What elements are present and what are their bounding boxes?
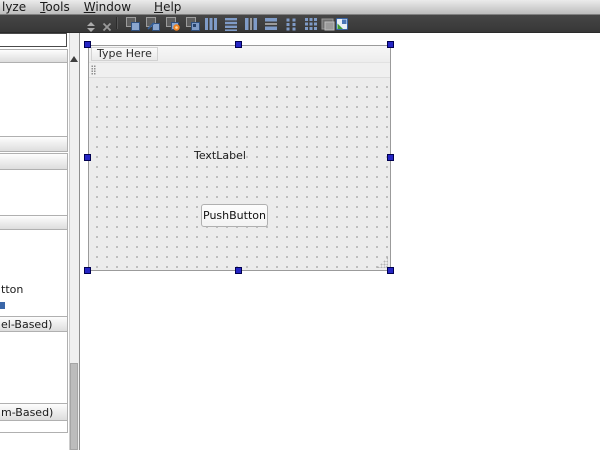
selection-handle-bottom-center[interactable] [235,267,242,274]
widget-items-area [0,332,68,403]
text-label-widget[interactable]: TextLabel [194,149,246,162]
toolbar-grip-icon[interactable] [91,65,96,75]
close-icon[interactable] [101,18,117,34]
sidebar-scrollbar-thumb[interactable] [70,363,78,450]
widget-category-header[interactable] [0,49,68,63]
form-editor-pane: Type Here TextLabel PushButton [80,33,600,450]
adjust-size-icon[interactable] [334,16,350,32]
layout-grid-icon[interactable] [303,16,319,32]
designed-form[interactable]: Type Here TextLabel PushButton [88,45,391,271]
menu-item-tools[interactable]: Tools [33,0,77,14]
selection-handle-mid-left[interactable] [84,154,91,161]
edit-tab-order-icon[interactable] [185,16,201,32]
selection-handle-bottom-left[interactable] [84,267,91,274]
form-toolbar [0,15,600,33]
widget-category-header[interactable] [0,215,68,230]
widget-category-header-model-based[interactable]: el-Based) [0,316,68,332]
widget-category-header[interactable] [0,153,68,170]
form-menu-bar: Type Here [89,46,390,63]
widget-items-area [0,421,68,433]
menu-bar: lyze Tools Window Help [0,0,600,15]
scroll-up-icon[interactable] [70,56,78,62]
menu-type-here[interactable]: Type Here [91,47,158,61]
form-toolbar-strip [89,63,390,78]
selection-handle-top-center[interactable] [235,41,242,48]
layout-vertical-splitter-icon[interactable] [263,16,279,32]
selection-handle-mid-right[interactable] [387,154,394,161]
widget-category-header[interactable] [0,136,68,152]
toolbar-separator [116,17,118,29]
layout-form-icon[interactable] [283,16,299,32]
selection-handle-bottom-right[interactable] [387,267,394,274]
widget-items-area [0,170,68,215]
edit-buddies-icon[interactable] [165,16,181,32]
app-window: lyze Tools Window Help [0,0,600,450]
widget-category-header-item-based[interactable]: m-Based) [0,403,68,421]
edit-widgets-icon[interactable] [125,16,141,32]
selection-handle-top-right[interactable] [387,41,394,48]
widget-item-button[interactable]: tton [1,283,23,296]
menu-item-window[interactable]: Window [77,0,138,14]
menu-item-analyze[interactable]: lyze [0,0,33,14]
widget-items-area [0,63,68,136]
selection-handle-top-left[interactable] [84,41,91,48]
widget-filter-input[interactable] [0,33,67,47]
form-canvas[interactable]: TextLabel PushButton [89,78,390,270]
edit-signals-slots-icon[interactable] [145,16,161,32]
menu-item-help[interactable]: Help [147,0,188,14]
adjust-vertical-icon[interactable] [85,18,101,34]
widget-items-area: tton [0,230,68,316]
push-button-widget[interactable]: PushButton [201,204,268,227]
widget-item-icon[interactable] [0,302,5,309]
layout-horizontal-icon[interactable] [203,16,219,32]
layout-horizontal-splitter-icon[interactable] [243,16,259,32]
layout-vertical-icon[interactable] [223,16,239,32]
